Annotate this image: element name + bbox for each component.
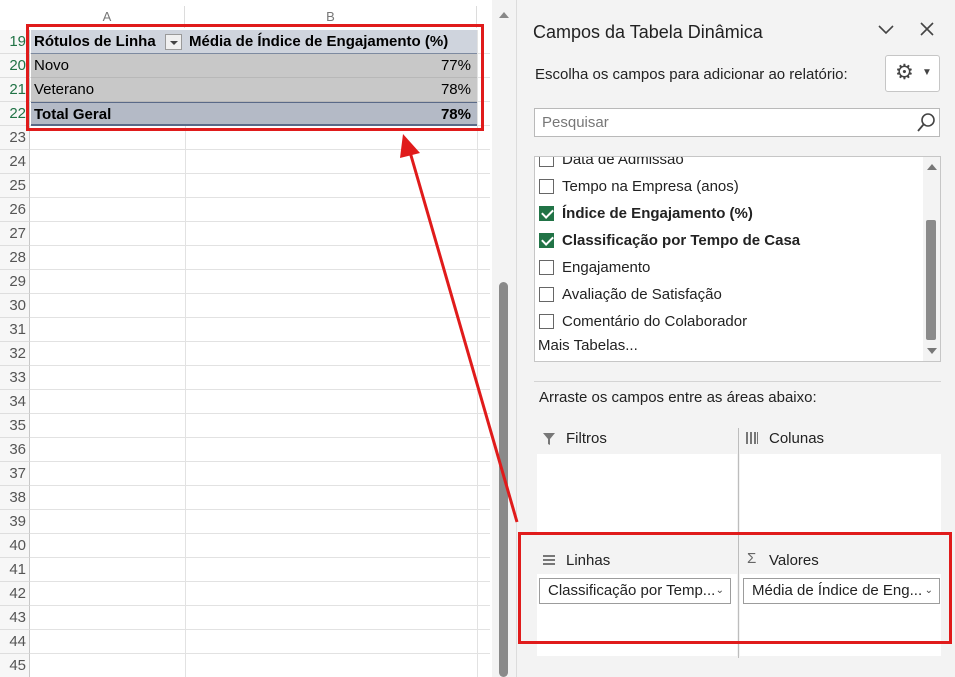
annotation-arrow [400, 134, 519, 523]
excel-window: A B 19 20 21 22 23 24 25 26 27 28 29 30 31 32 33 34 35 36… [0, 0, 955, 677]
